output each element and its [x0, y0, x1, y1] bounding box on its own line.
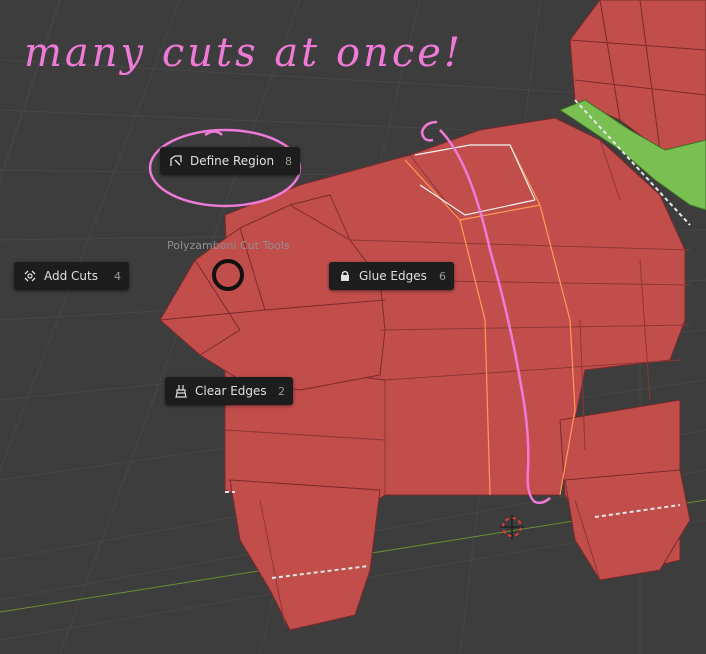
annotation-text: many cuts at once! [24, 30, 463, 76]
clear-edges-shortcut: 2 [278, 384, 285, 398]
3d-viewport[interactable] [0, 0, 706, 654]
3d-cursor-icon[interactable] [500, 515, 524, 539]
define-region-shortcut: 8 [285, 154, 292, 168]
pie-menu-title: Polyzamboni Cut Tools [167, 239, 290, 252]
define-region-button[interactable]: Define Region 8 [160, 147, 300, 175]
add-cuts-icon [22, 268, 38, 284]
lock-icon [337, 268, 353, 284]
brush-icon [173, 383, 189, 399]
add-cuts-shortcut: 4 [114, 269, 121, 283]
define-region-label: Define Region [190, 154, 275, 168]
add-cuts-button[interactable]: Add Cuts 4 [14, 262, 129, 290]
glue-edges-button[interactable]: Glue Edges 6 [329, 262, 454, 290]
clear-edges-button[interactable]: Clear Edges 2 [165, 377, 293, 405]
add-cuts-label: Add Cuts [44, 269, 98, 283]
glue-edges-label: Glue Edges [359, 269, 427, 283]
clear-edges-label: Clear Edges [195, 384, 267, 398]
glue-edges-shortcut: 6 [439, 269, 446, 283]
region-select-icon [168, 153, 184, 169]
